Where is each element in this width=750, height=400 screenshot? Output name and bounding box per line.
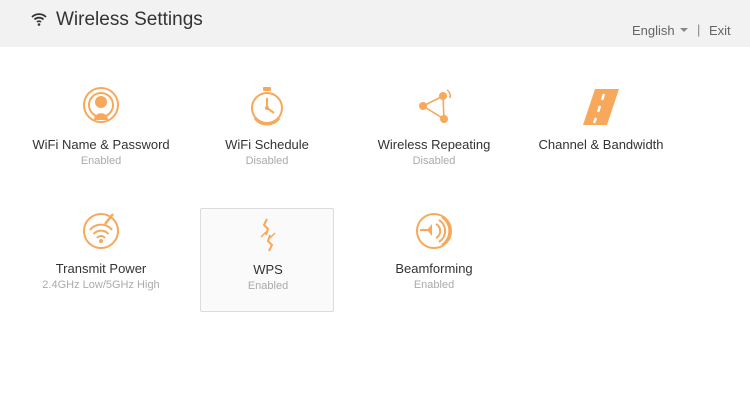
tile-transmit-power[interactable]: Transmit Power 2.4GHz Low/5GHz High — [34, 210, 168, 314]
tile-channel-bandwidth[interactable]: Channel & Bandwidth — [534, 86, 668, 190]
wifi-user-icon — [83, 87, 119, 123]
tile-status: Disabled — [412, 155, 456, 167]
language-select[interactable]: English — [632, 23, 675, 38]
tile-status: Enabled — [80, 155, 122, 167]
tile-label: WPS — [253, 262, 283, 277]
tile-status: Enabled — [247, 280, 289, 292]
tile-wps[interactable]: WPS Enabled — [200, 208, 334, 312]
header-separator: | — [697, 22, 701, 37]
exit-link[interactable]: Exit — [709, 23, 731, 38]
tile-label: Transmit Power — [55, 261, 147, 276]
beam-icon — [416, 213, 452, 249]
tile-status: Enabled — [413, 279, 455, 291]
tile-wifi-name-password[interactable]: WiFi Name & Password Enabled — [32, 86, 170, 190]
repeater-icon — [419, 89, 452, 123]
wifi-icon — [31, 13, 47, 26]
tile-wireless-repeating[interactable]: Wireless Repeating Disabled — [367, 86, 501, 190]
stopwatch-icon — [251, 87, 283, 126]
signal-gauge-icon — [83, 213, 119, 249]
road-icon — [583, 89, 619, 125]
page-title: Wireless Settings — [56, 9, 203, 30]
tile-wifi-schedule[interactable]: WiFi Schedule Disabled — [200, 86, 334, 190]
tile-status: Disabled — [245, 155, 289, 167]
tile-label: Beamforming — [395, 261, 473, 276]
tile-label: WiFi Name & Password — [32, 137, 170, 152]
header-bar: Wireless Settings English | Exit — [0, 0, 750, 47]
tile-label: Channel & Bandwidth — [538, 137, 664, 152]
tile-label: WiFi Schedule — [225, 137, 309, 152]
tile-beamforming[interactable]: Beamforming Enabled — [367, 210, 501, 314]
tile-label: Wireless Repeating — [377, 137, 491, 152]
chevron-down-icon[interactable] — [680, 28, 688, 32]
tile-status: 2.4GHz Low/5GHz High — [42, 279, 160, 291]
wps-icon — [260, 218, 276, 252]
